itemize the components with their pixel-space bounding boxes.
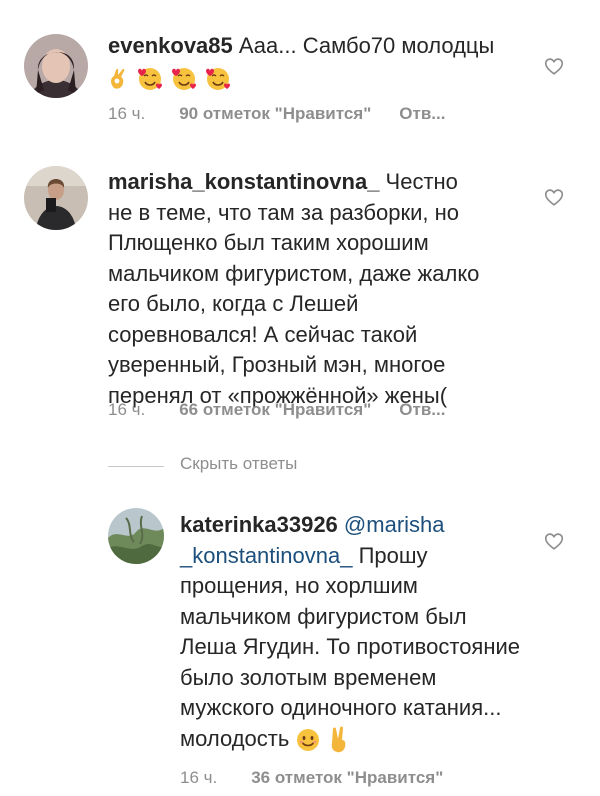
timestamp: 16 ч. [108, 400, 146, 419]
comment-meta: 16 ч. 90 отметок "Нравится" Отв... [108, 104, 445, 124]
comment-body: Честно не в теме, что там за разборки, н… [108, 169, 480, 408]
comment-text: katerinka33926 @marisha _konstantinovna_… [180, 510, 520, 754]
smiling-face-with-hearts-emoji [206, 67, 231, 90]
heart-outline-icon[interactable] [543, 55, 565, 77]
heart-outline-icon[interactable] [543, 530, 565, 552]
comment-body: Ааа... Самбо70 молодцы [232, 33, 495, 58]
smiling-face-emoji [297, 728, 320, 751]
likes-count[interactable]: 66 отметок "Нравится" [179, 400, 371, 419]
comment-meta: 16 ч. 36 отметок "Нравится" [180, 768, 443, 788]
username[interactable]: katerinka33926 [180, 512, 338, 537]
heart-outline-icon[interactable] [543, 186, 565, 208]
timestamp: 16 ч. [108, 104, 146, 123]
comment-text: marisha_konstantinovna_ Честно не в теме… [108, 167, 480, 411]
username[interactable]: evenkova85 [108, 33, 233, 58]
avatar[interactable] [24, 166, 88, 230]
likes-count[interactable]: 90 отметок "Нравится" [179, 104, 371, 123]
timestamp: 16 ч. [180, 768, 218, 787]
comment-text: evenkova85 Ааа... Самбо70 молодцы [108, 31, 528, 92]
smiling-face-with-hearts-emoji [138, 67, 163, 90]
avatar[interactable] [108, 508, 164, 564]
emoji-row [108, 62, 528, 92]
likes-count[interactable]: 36 отметок "Нравится" [251, 768, 443, 787]
comment-meta: 16 ч. 66 отметок "Нравится" Отв... [108, 400, 445, 420]
reply-button[interactable]: Отв... [399, 104, 445, 123]
username[interactable]: marisha_konstantinovna_ [108, 169, 379, 194]
reply-button[interactable]: Отв... [399, 400, 445, 419]
smiling-face-with-hearts-emoji [172, 67, 197, 90]
ok-hand-emoji [111, 68, 125, 89]
comment-body: Прошу прощения, но хорлшим мальчиком фиг… [180, 542, 521, 751]
victory-hand-emoji [331, 726, 345, 752]
hide-replies-button[interactable]: Скрыть ответы [180, 454, 297, 474]
avatar[interactable] [24, 34, 88, 98]
hide-replies-divider [108, 466, 164, 467]
